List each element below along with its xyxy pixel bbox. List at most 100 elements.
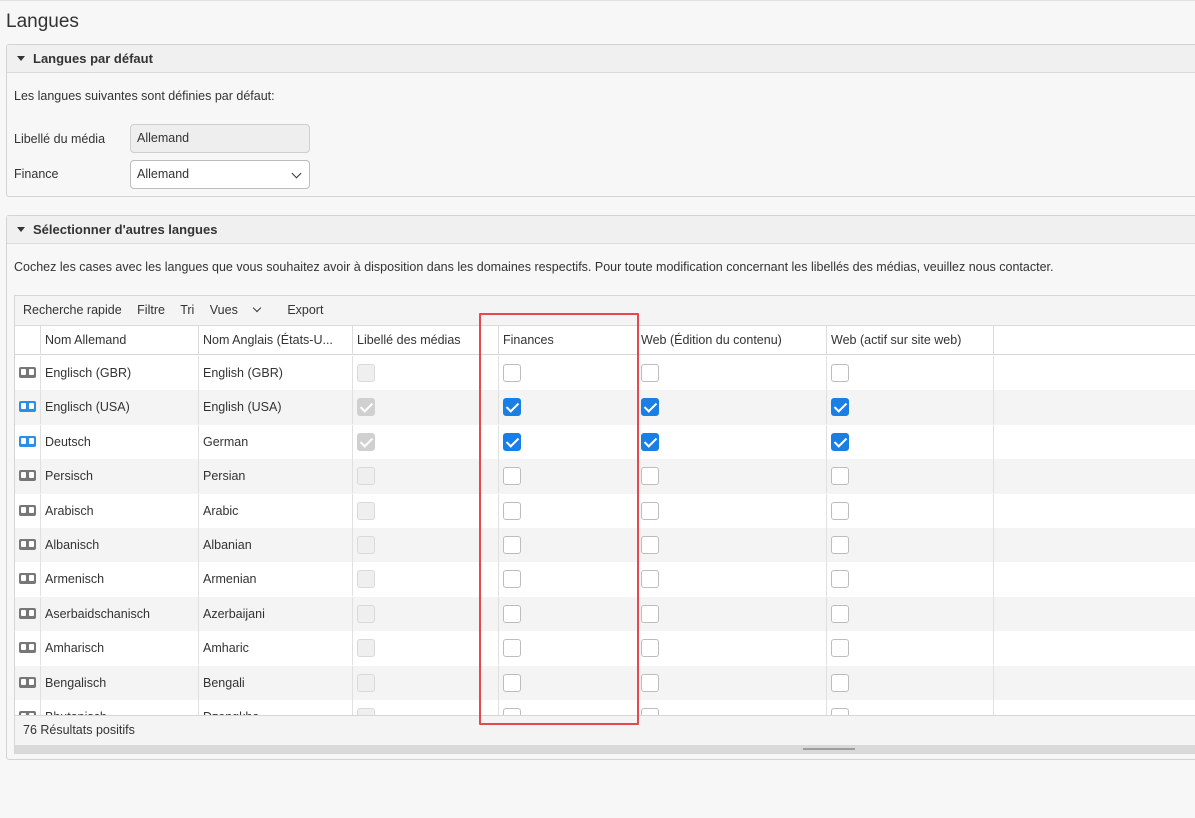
web-edit-cell [639, 493, 827, 528]
finances-checkbox[interactable] [503, 536, 521, 554]
name-en-cell: Amharic [199, 631, 353, 666]
finances-checkbox[interactable] [503, 604, 521, 623]
web-edit-checkbox[interactable] [641, 708, 659, 715]
other-panel-title: Sélectionner d'autres langues [33, 222, 218, 237]
sort-button[interactable]: Tri [180, 303, 194, 317]
scrollbar-thumb[interactable] [803, 748, 855, 750]
web-edit-checkbox[interactable] [641, 501, 659, 520]
column-header-name-en[interactable]: Nom Anglais (États-U... [199, 326, 353, 355]
icon-cell [15, 700, 41, 715]
name-en-cell: English (GBR) [199, 356, 353, 390]
column-header-finances[interactable]: Finances [499, 326, 639, 355]
icon-cell [15, 528, 41, 562]
web-live-checkbox[interactable] [831, 536, 849, 554]
caret-down-icon[interactable] [17, 227, 25, 232]
name-en-cell: Dzongkha [199, 700, 353, 715]
finances-checkbox[interactable] [503, 570, 521, 589]
finances-checkbox[interactable] [503, 432, 521, 451]
name-en-cell: Azerbaijani [199, 596, 353, 631]
horizontal-scrollbar[interactable] [15, 745, 1195, 753]
grid-header: Nom Allemand Nom Anglais (États-U... Lib… [15, 326, 1195, 355]
web-live-checkbox[interactable] [831, 639, 849, 658]
web-edit-checkbox[interactable] [641, 639, 659, 658]
web-edit-checkbox[interactable] [641, 673, 659, 692]
table-row[interactable]: Albanisch Albanian [15, 528, 1195, 563]
finances-checkbox[interactable] [503, 398, 521, 417]
icon-cell [15, 390, 41, 425]
media-checkbox [357, 570, 375, 589]
language-card-icon [19, 470, 36, 482]
media-checkbox [357, 536, 375, 554]
table-row[interactable]: BhutanischDzongkha [15, 700, 1195, 715]
web-edit-checkbox[interactable] [641, 467, 659, 486]
web-live-checkbox[interactable] [831, 570, 849, 589]
web-live-checkbox[interactable] [831, 673, 849, 692]
table-row[interactable]: Englisch (GBR) English (GBR) [15, 356, 1195, 390]
quick-search-button[interactable]: Recherche rapide [23, 303, 122, 317]
other-panel-header[interactable]: Sélectionner d'autres langues [7, 216, 1195, 244]
column-header-name-de[interactable]: Nom Allemand [41, 326, 199, 355]
grid-toolbar: Recherche rapide Filtre Tri Vues Export [15, 296, 1195, 326]
top-divider [0, 0, 1195, 1]
icon-cell [15, 356, 41, 390]
language-card-icon [19, 401, 36, 413]
web-live-checkbox[interactable] [831, 467, 849, 486]
web-edit-cell [639, 528, 827, 562]
media-checkbox [357, 708, 375, 715]
web-edit-checkbox[interactable] [641, 364, 659, 382]
media-cell [353, 459, 499, 494]
web-live-checkbox[interactable] [831, 604, 849, 623]
page-title: Langues [6, 11, 79, 32]
column-header-media[interactable]: Libellé des médias [353, 326, 499, 355]
defaults-panel-header[interactable]: Langues par défaut [7, 45, 1195, 73]
finances-cell [499, 700, 639, 715]
table-row[interactable]: Persisch Persian [15, 459, 1195, 494]
table-row[interactable]: Bengalisch Bengali [15, 665, 1195, 700]
finances-checkbox[interactable] [503, 639, 521, 658]
web-live-checkbox[interactable] [831, 501, 849, 520]
grid-footer: 76 Résultats positifs [15, 715, 1195, 745]
table-row[interactable]: Armenisch Armenian [15, 562, 1195, 597]
web-live-checkbox[interactable] [831, 708, 849, 715]
table-row[interactable]: Englisch (USA) English (USA) [15, 390, 1195, 425]
name-en-cell: German [199, 424, 353, 459]
web-edit-checkbox[interactable] [641, 432, 659, 451]
column-header-web-live[interactable]: Web (actif sur site web) [827, 326, 994, 355]
finances-checkbox[interactable] [503, 708, 521, 715]
media-cell [353, 700, 499, 715]
web-live-checkbox[interactable] [831, 364, 849, 382]
language-card-icon [19, 676, 36, 688]
table-row[interactable]: Deutsch German [15, 424, 1195, 459]
finances-cell [499, 665, 639, 700]
web-edit-cell [639, 631, 827, 666]
web-edit-checkbox[interactable] [641, 604, 659, 623]
finances-checkbox[interactable] [503, 501, 521, 520]
chevron-down-icon [291, 168, 302, 179]
finance-language-select[interactable]: Allemand [130, 160, 310, 189]
table-row[interactable]: Aserbaidschanisch Azerbaijani [15, 596, 1195, 632]
finances-checkbox[interactable] [503, 467, 521, 486]
web-live-checkbox[interactable] [831, 398, 849, 417]
finances-checkbox[interactable] [503, 673, 521, 692]
table-row[interactable]: Arabisch Arabic [15, 493, 1195, 528]
web-edit-cell [639, 390, 827, 425]
web-live-checkbox[interactable] [831, 432, 849, 451]
icon-cell [15, 459, 41, 494]
name-en-cell: Albanian [199, 528, 353, 562]
views-label: Vues [209, 303, 238, 317]
table-row[interactable]: Amharisch Amharic [15, 631, 1195, 666]
web-edit-checkbox[interactable] [641, 570, 659, 589]
name-de-cell: Arabisch [41, 493, 199, 528]
views-button[interactable]: Vues [210, 303, 272, 317]
chevron-down-icon [252, 303, 262, 313]
web-edit-cell [639, 459, 827, 494]
column-header-web-edit[interactable]: Web (Édition du contenu) [639, 326, 827, 355]
caret-down-icon[interactable] [17, 56, 25, 61]
media-checkbox [357, 432, 375, 451]
filter-button[interactable]: Filtre [137, 303, 165, 317]
finances-checkbox[interactable] [503, 364, 521, 382]
web-edit-checkbox[interactable] [641, 536, 659, 554]
icon-cell [15, 424, 41, 459]
web-edit-checkbox[interactable] [641, 398, 659, 417]
export-button[interactable]: Export [287, 303, 323, 317]
